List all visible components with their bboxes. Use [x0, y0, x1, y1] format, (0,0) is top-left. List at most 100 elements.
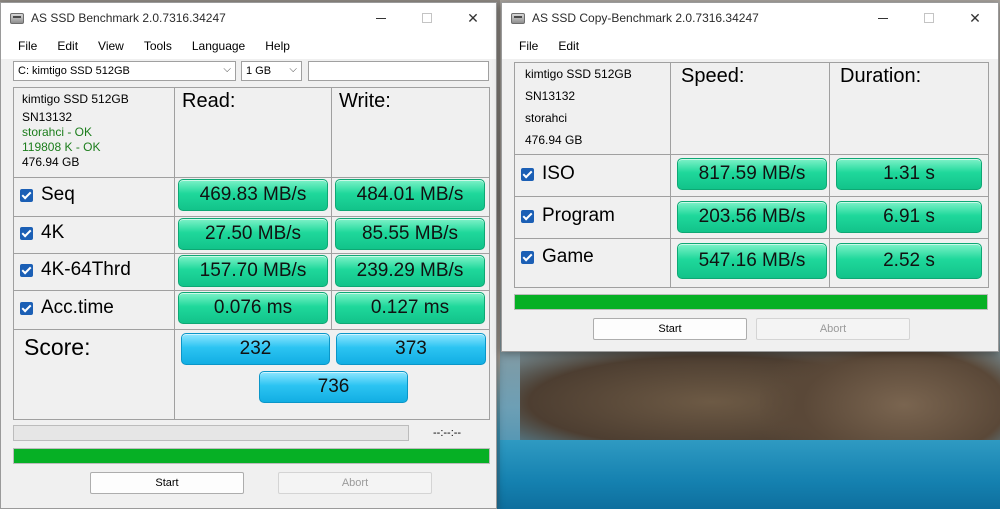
row-4k-64thrd: 4K-64Thrd	[14, 254, 174, 290]
close-button[interactable]: ✕	[952, 3, 998, 33]
drive-serial: SN13132	[22, 110, 73, 124]
seq-label: Seq	[41, 184, 75, 205]
drive-serial: SN13132	[525, 89, 576, 103]
window-title: AS SSD Benchmark 2.0.7316.34247	[31, 11, 226, 25]
score-label: Score:	[24, 334, 91, 360]
iso-duration: 1.31 s	[836, 158, 982, 190]
game-speed: 547.16 MB/s	[677, 243, 827, 279]
wallpaper-sea	[500, 440, 1000, 509]
minimize-button[interactable]	[358, 3, 404, 33]
4k64-write-result: 239.29 MB/s	[335, 255, 485, 287]
iso-checkbox-label[interactable]: ISO	[521, 163, 575, 185]
4k64-label: 4K-64Thrd	[41, 259, 131, 280]
window-title: AS SSD Copy-Benchmark 2.0.7316.34247	[532, 11, 759, 25]
app-drive-icon	[10, 12, 24, 24]
close-button[interactable]: ✕	[450, 3, 496, 33]
menu-language[interactable]: Language	[182, 39, 255, 53]
minimize-button[interactable]	[860, 3, 906, 33]
copy-progress-bar	[514, 294, 988, 310]
duration-header: Duration:	[830, 63, 988, 154]
menu-bar: File Edit	[502, 33, 998, 59]
4k64-checkbox-label[interactable]: 4K-64Thrd	[20, 259, 131, 281]
alignment-status: 119808 K - OK	[22, 140, 101, 154]
menu-edit[interactable]: Edit	[548, 39, 589, 53]
chevron-down-icon: ⌵	[289, 64, 297, 75]
score-label-cell: Score:	[14, 330, 174, 419]
drive-capacity: 476.94 GB	[525, 133, 583, 147]
4k-checkbox-label[interactable]: 4K	[20, 222, 64, 244]
maximize-icon	[422, 13, 432, 23]
menu-file[interactable]: File	[509, 39, 548, 53]
row-4k: 4K	[14, 217, 174, 253]
menu-view[interactable]: View	[88, 39, 134, 53]
drive-info-panel: kimtigo SSD 512GB SN13132 storahci 476.9…	[515, 63, 670, 154]
game-label: Game	[542, 246, 594, 267]
row-program: Program	[515, 197, 670, 238]
checkbox-checked-icon[interactable]	[20, 188, 33, 202]
chevron-down-icon: ⌵	[223, 64, 231, 75]
drive-model: kimtigo SSD 512GB	[525, 67, 632, 81]
checkbox-checked-icon[interactable]	[20, 226, 33, 240]
program-speed-cell: 203.56 MB/s	[671, 197, 829, 238]
row-game: Game	[515, 239, 670, 287]
acctime-label: Acc.time	[41, 297, 114, 318]
drive-model: kimtigo SSD 512GB	[22, 92, 129, 106]
driver-status: storahci - OK	[22, 125, 93, 139]
close-icon: ✕	[467, 9, 479, 26]
checkbox-checked-icon[interactable]	[521, 167, 534, 181]
maximize-button	[404, 3, 450, 33]
write-header-label: Write:	[339, 90, 391, 112]
checkbox-checked-icon[interactable]	[521, 250, 534, 264]
row-iso: ISO	[515, 155, 670, 196]
game-checkbox-label[interactable]: Game	[521, 246, 594, 268]
results-grid: kimtigo SSD 512GB SN13132 storahci - OK …	[13, 87, 490, 420]
driver-status: storahci	[525, 111, 568, 125]
program-speed: 203.56 MB/s	[677, 201, 827, 233]
4k-read-result: 27.50 MB/s	[178, 218, 328, 250]
acctime-checkbox-label[interactable]: Acc.time	[20, 297, 114, 319]
program-duration: 6.91 s	[836, 201, 982, 233]
title-bar[interactable]: AS SSD Benchmark 2.0.7316.34247 ✕	[1, 3, 496, 33]
iso-speed-cell: 817.59 MB/s	[671, 155, 829, 196]
size-select[interactable]: 1 GB ⌵	[241, 61, 302, 81]
checkbox-checked-icon[interactable]	[20, 263, 33, 277]
title-bar[interactable]: AS SSD Copy-Benchmark 2.0.7316.34247 ✕	[502, 3, 998, 33]
seq-read-cell: 469.83 MB/s	[175, 178, 331, 216]
drive-capacity: 476.94 GB	[22, 155, 80, 169]
read-header: Read:	[175, 88, 331, 177]
iso-speed: 817.59 MB/s	[677, 158, 827, 190]
elapsed-time: --:--:--	[433, 427, 462, 439]
write-header: Write:	[332, 88, 489, 177]
program-checkbox-label[interactable]: Program	[521, 205, 615, 227]
speed-header: Speed:	[671, 63, 829, 154]
menu-tools[interactable]: Tools	[134, 39, 182, 53]
score-read: 232	[181, 333, 330, 365]
seq-write-cell: 484.01 MB/s	[332, 178, 489, 216]
4k64-write-cell: 239.29 MB/s	[332, 254, 489, 290]
drive-select-value: C: kimtigo SSD 512GB	[18, 65, 130, 77]
checkbox-checked-icon[interactable]	[521, 209, 534, 223]
4k64-read-result: 157.70 MB/s	[178, 255, 328, 287]
4k-read-cell: 27.50 MB/s	[175, 217, 331, 253]
size-select-value: 1 GB	[246, 65, 272, 77]
row-seq: Seq	[14, 178, 174, 216]
acctime-read-cell: 0.076 ms	[175, 291, 331, 329]
abort-button: Abort	[756, 318, 910, 340]
iso-label: ISO	[542, 163, 575, 184]
copy-benchmark-window: AS SSD Copy-Benchmark 2.0.7316.34247 ✕ F…	[501, 2, 999, 352]
status-textbox[interactable]	[308, 61, 489, 81]
seq-checkbox-label[interactable]: Seq	[20, 184, 75, 206]
menu-file[interactable]: File	[8, 39, 47, 53]
duration-header-label: Duration:	[840, 65, 922, 87]
game-duration: 2.52 s	[836, 243, 982, 279]
start-button[interactable]: Start	[593, 318, 747, 340]
row-acc-time: Acc.time	[14, 291, 174, 329]
abort-button: Abort	[278, 472, 432, 494]
menu-help[interactable]: Help	[255, 39, 300, 53]
menu-edit[interactable]: Edit	[47, 39, 88, 53]
benchmark-window: AS SSD Benchmark 2.0.7316.34247 ✕ File E…	[0, 2, 497, 509]
checkbox-checked-icon[interactable]	[20, 301, 33, 315]
start-button[interactable]: Start	[90, 472, 244, 494]
acctime-write-result: 0.127 ms	[335, 292, 485, 324]
drive-select[interactable]: C: kimtigo SSD 512GB ⌵	[13, 61, 236, 81]
